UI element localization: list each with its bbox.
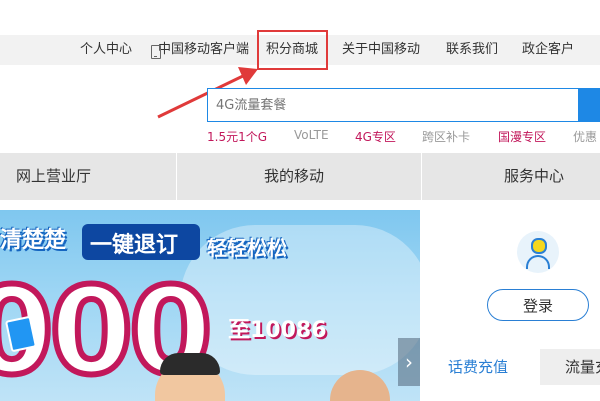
person-hair-illustration	[160, 353, 220, 375]
hot-link[interactable]: 优惠	[573, 128, 597, 145]
search-box	[207, 88, 579, 122]
hot-link[interactable]: 4G专区	[355, 128, 396, 145]
banner-headline-mid: 一键退订	[90, 233, 179, 258]
login-button[interactable]: 登录	[487, 289, 589, 321]
banner-send-text: 至10086	[228, 318, 327, 343]
topnav-contact[interactable]: 联系我们	[446, 35, 498, 65]
banner-next-button[interactable]: ›	[398, 338, 420, 386]
promo-banner[interactable]: 清楚楚 一键退订 轻轻松松 000 至10086	[0, 210, 420, 401]
tab-online-hall[interactable]: 网上营业厅	[16, 153, 91, 200]
nav-divider	[421, 153, 422, 200]
tab-my-mobile[interactable]: 我的移动	[264, 153, 324, 200]
hot-link[interactable]: 跨区补卡	[422, 128, 470, 145]
nav-divider	[176, 153, 177, 200]
banner-headline-right: 轻轻松松	[207, 236, 287, 260]
hot-link[interactable]: VoLTE	[294, 128, 329, 142]
search-button[interactable]	[578, 88, 600, 122]
user-avatar-icon	[517, 231, 559, 273]
topnav-about[interactable]: 关于中国移动	[342, 35, 420, 65]
hot-link[interactable]: 国漫专区	[498, 128, 546, 145]
topnav-personal-center[interactable]: 个人中心	[80, 35, 132, 65]
main-nav: 网上营业厅 我的移动 服务中心	[0, 153, 600, 200]
topnav-enterprise[interactable]: 政企客户	[522, 35, 574, 65]
tab-service-center[interactable]: 服务中心	[504, 153, 564, 200]
search-input[interactable]	[208, 89, 578, 121]
tab-data-recharge[interactable]: 流量充	[565, 349, 600, 385]
hot-links: 1.5元1个G VoLTE 4G专区 跨区补卡 国漫专区 优惠	[0, 128, 600, 148]
banner-headline-left: 清楚楚	[0, 228, 67, 253]
tab-recharge[interactable]: 话费充值	[448, 349, 508, 385]
hot-link[interactable]: 1.5元1个G	[207, 128, 267, 145]
